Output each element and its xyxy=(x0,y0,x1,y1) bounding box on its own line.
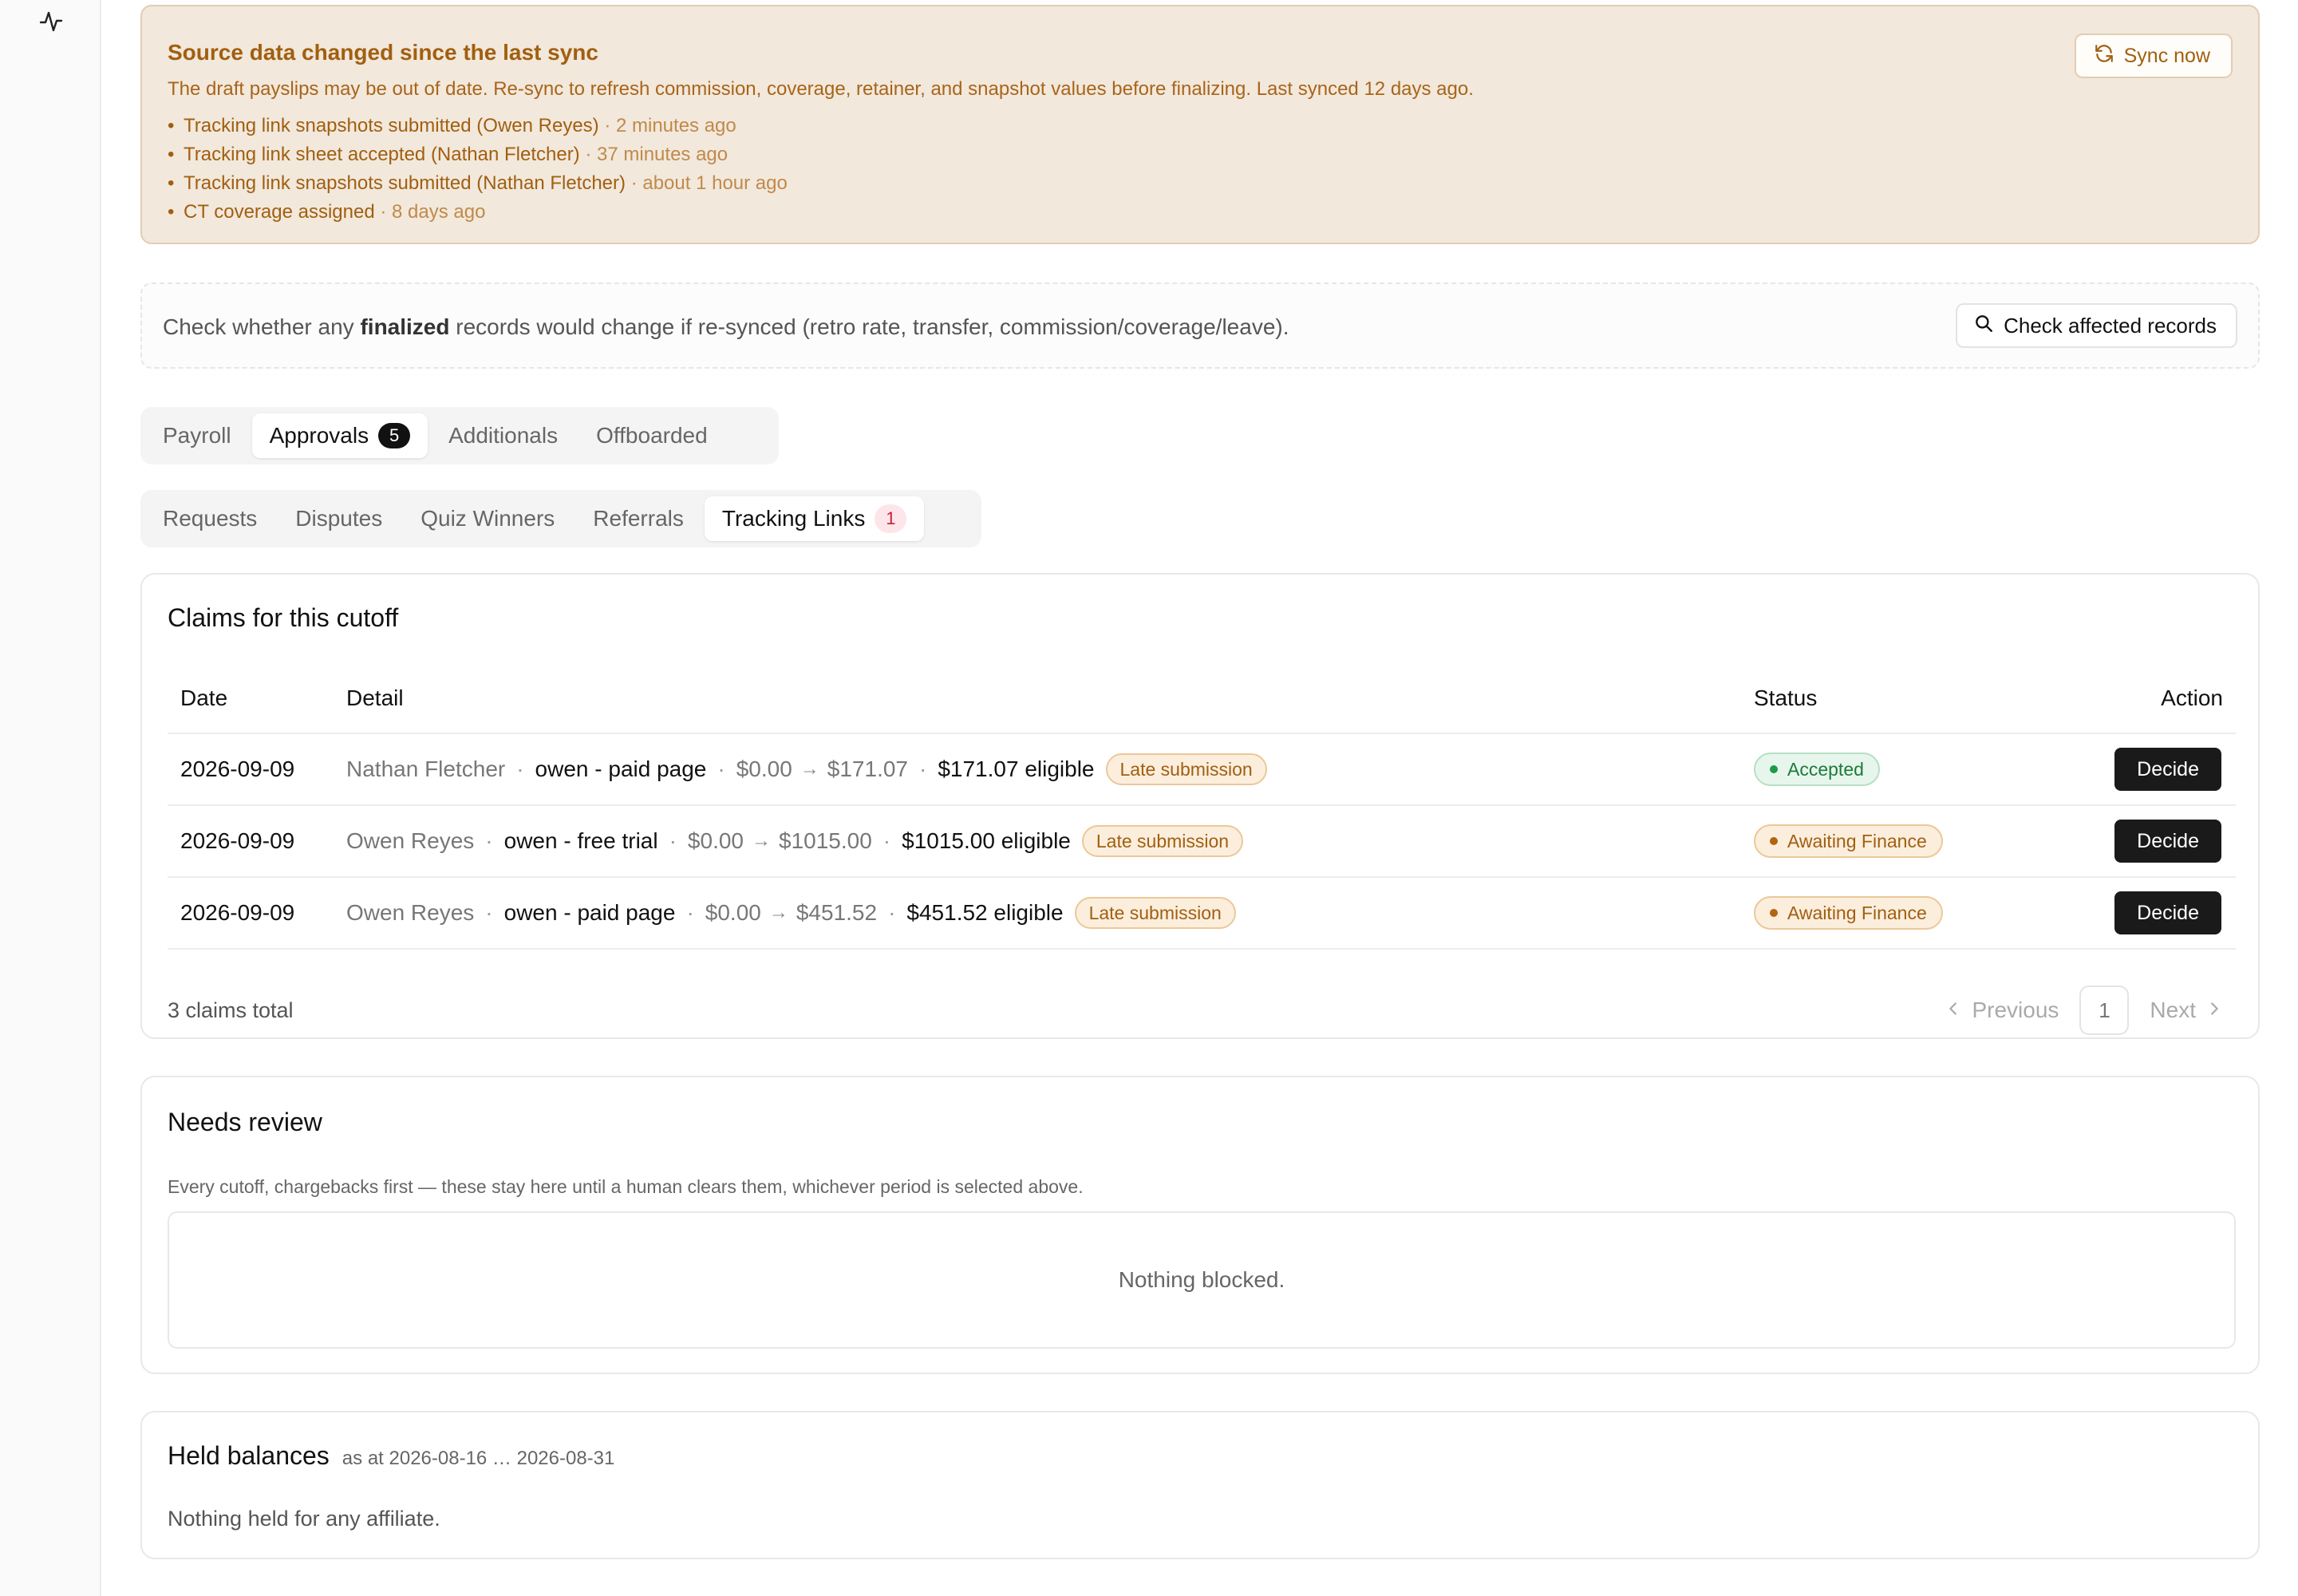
change-list: • Tracking link snapshots submitted (Owen… xyxy=(168,112,788,227)
page-number-button[interactable]: 1 xyxy=(2079,986,2130,1035)
claim-date: 2026-09-09 xyxy=(180,900,295,925)
change-item: • Tracking link snapshots submitted (Nath… xyxy=(168,172,788,194)
claim-to: $171.07 xyxy=(827,757,908,781)
tab-tracking-links[interactable]: Tracking Links 1 xyxy=(704,496,925,541)
change-text: Tracking link snapshots submitted (Owen … xyxy=(184,115,599,136)
status-badge: Accepted xyxy=(1754,753,1880,786)
claims-footer: 3 claims total Previous 1 Next xyxy=(168,986,2233,1035)
change-text: Tracking link sheet accepted (Nathan Fle… xyxy=(184,144,580,165)
tab-offboarded[interactable]: Offboarded xyxy=(578,413,725,458)
decide-button[interactable]: Decide xyxy=(2114,748,2221,791)
claim-person: Owen Reyes xyxy=(346,828,475,853)
needs-review-empty-state: Nothing blocked. xyxy=(168,1211,2236,1349)
needs-review-title: Needs review xyxy=(168,1108,322,1136)
status-badge: Awaiting Finance xyxy=(1754,896,1943,930)
change-text: CT coverage assigned xyxy=(184,201,375,223)
banner-description: The draft payslips may be out of date. R… xyxy=(168,78,1474,100)
change-text: Tracking link snapshots submitted (Natha… xyxy=(184,172,626,194)
held-balances-card: Held balances as at 2026-08-16 … 2026-08… xyxy=(140,1411,2260,1559)
claim-eligible: $451.52 eligible xyxy=(906,900,1064,925)
claim-from: $0.00 xyxy=(705,900,761,925)
table-row: 2026-09-09 Nathan Fletcher · owen - paid… xyxy=(168,734,2236,806)
change-item: • Tracking link snapshots submitted (Owen… xyxy=(168,115,736,136)
tab-quiz-winners[interactable]: Quiz Winners xyxy=(403,496,572,541)
chevron-left-icon xyxy=(1945,998,1962,1023)
change-ago: · about 1 hour ago xyxy=(630,172,788,194)
column-action: Action xyxy=(2161,685,2223,710)
sync-now-label: Sync now xyxy=(2123,44,2210,67)
held-balances-title: Held balances xyxy=(168,1441,330,1470)
check-description: Check whether any finalized records woul… xyxy=(163,314,1289,339)
claim-person: Nathan Fletcher xyxy=(346,757,506,781)
change-ago: · 37 minutes ago xyxy=(585,144,728,165)
claim-date: 2026-09-09 xyxy=(180,828,295,853)
change-item: • Tracking link sheet accepted (Nathan Fl… xyxy=(168,144,728,165)
primary-tabs: Payroll Approvals 5 Additionals Offboarde… xyxy=(140,407,779,464)
tab-disputes[interactable]: Disputes xyxy=(278,496,400,541)
claim-to: $451.52 xyxy=(796,900,878,925)
claim-item: owen - free trial xyxy=(503,828,658,853)
change-ago: · 2 minutes ago xyxy=(604,115,736,136)
claim-from: $0.00 xyxy=(736,757,792,781)
tab-approvals[interactable]: Approvals 5 xyxy=(251,413,428,458)
claim-person: Owen Reyes xyxy=(346,900,475,925)
table-row: 2026-09-09 Owen Reyes · owen - free tria… xyxy=(168,806,2236,878)
banner-title: Source data changed since the last sync xyxy=(168,40,598,65)
claims-title: Claims for this cutoff xyxy=(168,603,399,632)
claim-item: owen - paid page xyxy=(503,900,676,925)
needs-review-card: Needs review Every cutoff, chargebacks f… xyxy=(140,1076,2260,1374)
search-icon xyxy=(1973,313,1994,339)
pagination: Previous 1 Next xyxy=(1935,986,2233,1035)
column-date: Date xyxy=(180,685,228,710)
held-balances-period: as at 2026-08-16 … 2026-08-31 xyxy=(342,1448,615,1469)
refresh-icon xyxy=(2094,43,2114,69)
claim-detail: Nathan Fletcher · owen - paid page · $0.… xyxy=(346,753,1754,785)
tab-requests[interactable]: Requests xyxy=(145,496,274,541)
needs-review-description: Every cutoff, chargebacks first — these … xyxy=(168,1176,1084,1197)
tab-additionals[interactable]: Additionals xyxy=(431,413,575,458)
claims-card: Claims for this cutoff Date Detail Statu… xyxy=(140,573,2260,1039)
status-badge: Awaiting Finance xyxy=(1754,824,1943,858)
sidebar xyxy=(0,0,101,1596)
claim-date: 2026-09-09 xyxy=(180,757,295,781)
approvals-count-badge: 5 xyxy=(378,423,411,448)
column-status: Status xyxy=(1754,685,1818,710)
claims-table: Date Detail Status Action 2026-09-09 Nat… xyxy=(168,664,2236,950)
sync-warning-banner: Source data changed since the last sync … xyxy=(140,5,2260,244)
held-balances-empty: Nothing held for any affiliate. xyxy=(168,1507,440,1531)
late-submission-badge: Late submission xyxy=(1105,753,1267,785)
table-header: Date Detail Status Action xyxy=(168,664,2236,734)
claim-detail: Owen Reyes · owen - paid page · $0.00 → … xyxy=(346,897,1754,929)
claim-to: $1015.00 xyxy=(779,828,872,853)
column-detail: Detail xyxy=(346,685,404,710)
claim-eligible: $171.07 eligible xyxy=(938,757,1095,781)
claim-eligible: $1015.00 eligible xyxy=(902,828,1071,853)
claim-item: owen - paid page xyxy=(535,757,707,781)
check-affected-label: Check affected records xyxy=(2004,313,2217,338)
sync-now-button[interactable]: Sync now xyxy=(2074,34,2233,78)
activity-icon[interactable] xyxy=(38,8,64,34)
approval-subtabs: Requests Disputes Quiz Winners Referrals… xyxy=(140,490,981,547)
next-page-button[interactable]: Next xyxy=(2140,998,2233,1023)
change-item: • CT coverage assigned · 8 days ago xyxy=(168,201,486,223)
previous-page-button[interactable]: Previous xyxy=(1935,998,2068,1023)
tracking-links-count-badge: 1 xyxy=(875,504,907,533)
decide-button[interactable]: Decide xyxy=(2114,891,2221,934)
late-submission-badge: Late submission xyxy=(1074,897,1236,929)
claims-total: 3 claims total xyxy=(168,998,294,1022)
late-submission-badge: Late submission xyxy=(1081,825,1244,857)
check-affected-panel: Check whether any finalized records woul… xyxy=(140,282,2260,369)
tab-referrals[interactable]: Referrals xyxy=(575,496,701,541)
tab-payroll[interactable]: Payroll xyxy=(145,413,249,458)
check-affected-records-button[interactable]: Check affected records xyxy=(1956,303,2237,348)
decide-button[interactable]: Decide xyxy=(2114,820,2221,863)
table-row: 2026-09-09 Owen Reyes · owen - paid page… xyxy=(168,878,2236,950)
claim-detail: Owen Reyes · owen - free trial · $0.00 →… xyxy=(346,825,1754,857)
chevron-right-icon xyxy=(2205,998,2223,1023)
finalized-emphasis: finalized xyxy=(360,314,450,339)
claim-from: $0.00 xyxy=(687,828,744,853)
change-ago: · 8 days ago xyxy=(380,201,486,223)
